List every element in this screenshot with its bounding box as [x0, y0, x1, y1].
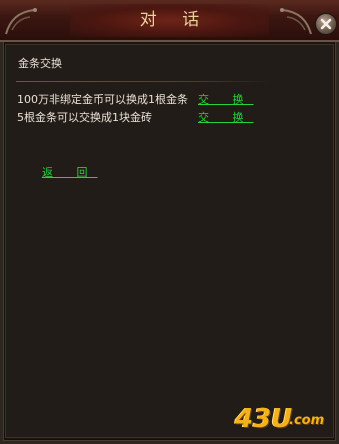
site-watermark-logo: 43U .com — [235, 404, 327, 434]
section-title: 金条交换 — [18, 57, 62, 70]
close-button[interactable] — [315, 13, 337, 35]
dialog-window: 对 话 金条交换 100万非绑定金币可以换成1根金条 交 换 5根金条可以交换成… — [0, 0, 339, 444]
watermark-suffix: .com — [289, 413, 325, 428]
section-divider — [16, 81, 271, 82]
title-bar[interactable]: 对 话 — [0, 0, 339, 42]
ornament-icon — [280, 8, 312, 35]
exchange-gold-bar-link[interactable]: 交 换 — [198, 93, 254, 107]
exchange-gold-brick-link[interactable]: 交 换 — [198, 111, 254, 125]
back-link[interactable]: 返 回 — [42, 166, 98, 180]
dialog-content: 金条交换 100万非绑定金币可以换成1根金条 交 换 5根金条可以交换成1块金砖… — [5, 44, 334, 438]
offer-text-gold-brick: 5根金条可以交换成1块金砖 — [17, 111, 152, 124]
offer-text-gold-bar: 100万非绑定金币可以换成1根金条 — [17, 93, 188, 106]
watermark-main: 43U — [235, 404, 293, 434]
close-icon — [320, 18, 332, 30]
